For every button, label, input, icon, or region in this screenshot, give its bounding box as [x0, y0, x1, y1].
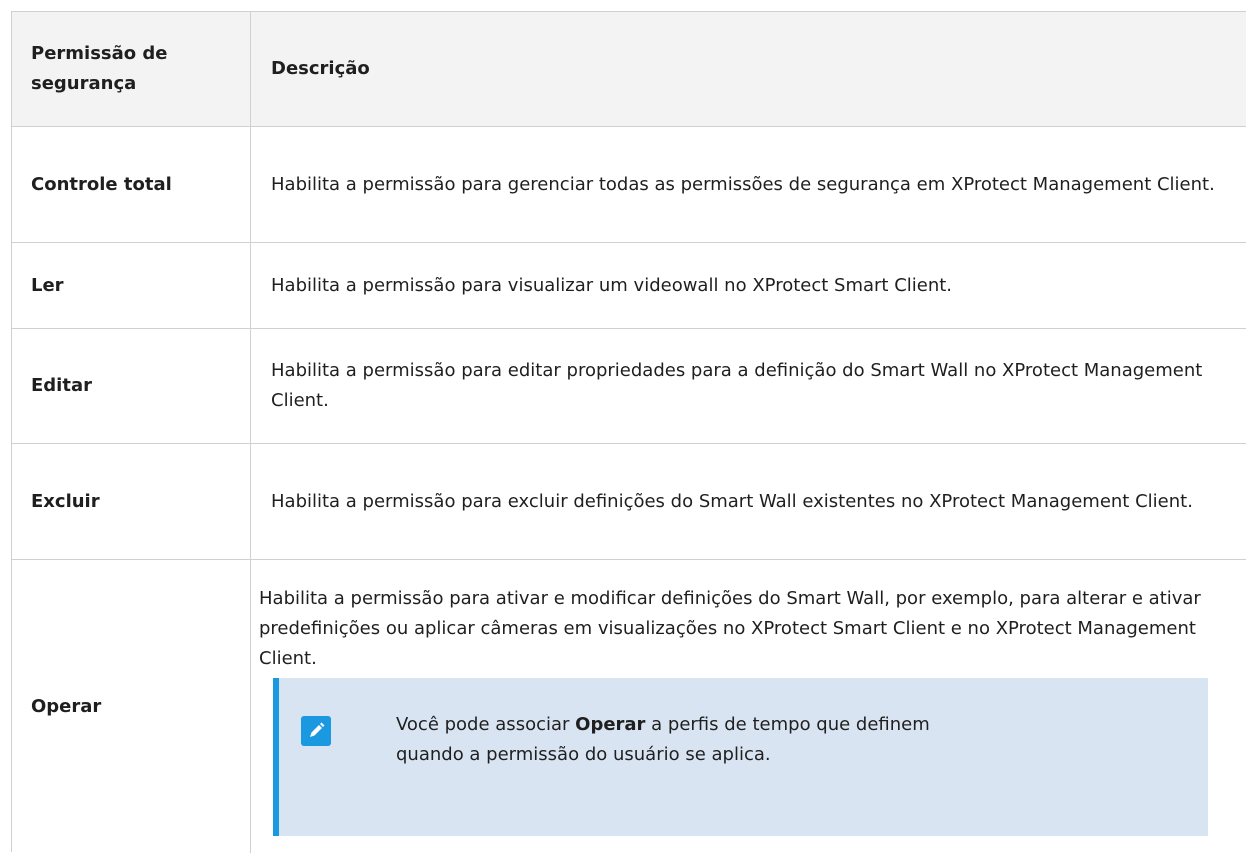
- note-callout: Você pode associar Operar a perfis de te…: [273, 678, 1208, 836]
- header-description-label: Descrição: [271, 58, 370, 79]
- description-text: Habilita a permissão para gerenciar toda…: [271, 173, 1215, 195]
- permission-cell: Editar: [12, 329, 251, 443]
- permission-cell: Operar: [12, 560, 251, 853]
- description-text: Habilita a permissão para excluir defini…: [271, 490, 1193, 512]
- description-text: Habilita a permissão para ativar e modif…: [259, 588, 1201, 669]
- table-row: Excluir Habilita a permissão para exclui…: [12, 444, 1246, 560]
- description-text: Habilita a permissão para visualizar um …: [271, 274, 953, 296]
- note-text-prefix: Você pode associar: [396, 714, 576, 735]
- permission-cell: Excluir: [12, 444, 251, 559]
- permission-label: Operar: [31, 695, 102, 717]
- permission-label: Ler: [31, 274, 64, 296]
- permission-label: Excluir: [31, 490, 100, 512]
- description-cell: Habilita a permissão para gerenciar toda…: [251, 127, 1246, 242]
- table-row: Controle total Habilita a permissão para…: [12, 127, 1246, 243]
- permission-label: Controle total: [31, 173, 172, 195]
- table-row: Ler Habilita a permissão para visualizar…: [12, 243, 1246, 329]
- note-text: Você pode associar Operar a perfis de te…: [396, 710, 956, 770]
- description-text: Habilita a permissão para editar proprie…: [271, 360, 1203, 411]
- description-cell: Habilita a permissão para excluir defini…: [251, 444, 1246, 559]
- header-permission-label: Permissão de segurança: [31, 43, 168, 94]
- table-header-row: Permissão de segurança Descrição: [12, 12, 1246, 127]
- permission-cell: Controle total: [12, 127, 251, 242]
- header-description: Descrição: [251, 12, 1246, 126]
- header-permission: Permissão de segurança: [12, 12, 251, 126]
- permission-cell: Ler: [12, 243, 251, 328]
- description-cell: Habilita a permissão para visualizar um …: [251, 243, 1246, 328]
- description-cell: Habilita a permissão para editar proprie…: [251, 329, 1246, 443]
- table-row: Editar Habilita a permissão para editar …: [12, 329, 1246, 444]
- pencil-note-icon: [301, 716, 331, 746]
- note-text-bold: Operar: [575, 714, 646, 735]
- permission-label: Editar: [31, 375, 92, 396]
